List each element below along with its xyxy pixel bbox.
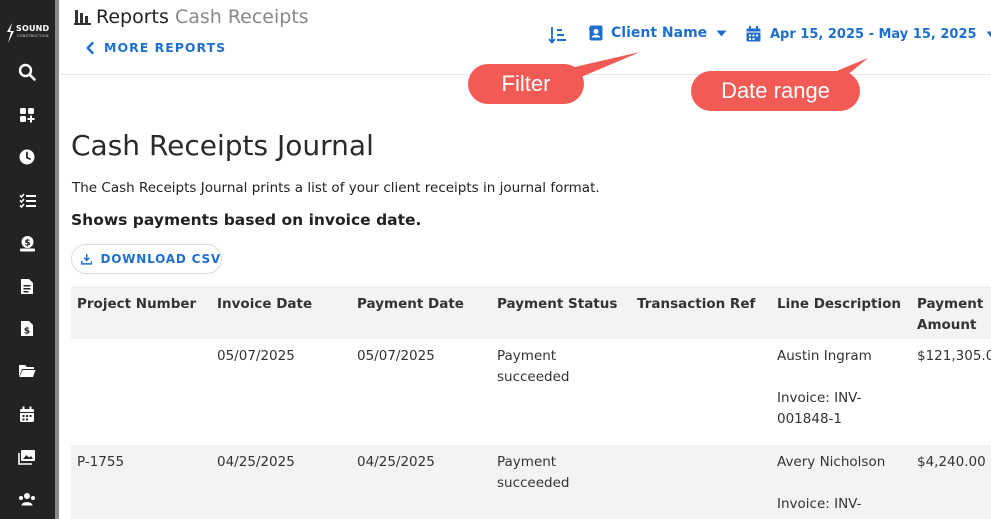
transaction-ref-cell	[631, 445, 771, 519]
filter-annotation: Filter	[468, 64, 584, 104]
table-header-row: Project Number Invoice Date Payment Date…	[71, 286, 991, 339]
invoice-date-cell: 05/07/2025	[211, 339, 351, 445]
invoice-date-cell: 04/25/2025	[211, 445, 351, 519]
payment-amount-cell: $4,240.00	[911, 445, 991, 519]
payment-amount-cell: $121,305.0	[911, 339, 991, 445]
line-client-name: Austin Ingram	[777, 348, 872, 364]
payment-status-cell: Payment succeeded	[491, 339, 631, 445]
date-range-annotation: Date range	[691, 71, 860, 111]
payment-date-cell: 05/07/2025	[351, 339, 491, 445]
project-number-cell	[71, 339, 211, 445]
download-csv-button[interactable]: DOWNLOAD CSV	[71, 244, 222, 274]
line-description-cell: Avery Nicholson Invoice: INV-	[771, 445, 911, 519]
table-row: P-1755 04/25/2025 04/25/2025 Payment suc…	[71, 445, 991, 519]
payment-status-cell: Payment succeeded	[491, 445, 631, 519]
transaction-ref-cell	[631, 339, 771, 445]
column-header[interactable]: Project Number	[71, 286, 211, 339]
line-description-cell: Austin Ingram Invoice: INV-001848-1	[771, 339, 911, 445]
report-heading: Cash Receipts Journal	[71, 129, 374, 162]
report-description: The Cash Receipts Journal prints a list …	[72, 180, 600, 196]
report-subheading: Shows payments based on invoice date.	[71, 211, 422, 229]
download-csv-label: DOWNLOAD CSV	[100, 252, 221, 266]
project-number-cell: P-1755	[71, 445, 211, 519]
column-header[interactable]: Payment Date	[351, 286, 491, 339]
cash-receipts-table: Project Number Invoice Date Payment Date…	[71, 286, 991, 519]
payment-date-cell: 04/25/2025	[351, 445, 491, 519]
table-row: 05/07/2025 05/07/2025 Payment succeeded …	[71, 339, 991, 445]
download-icon	[81, 254, 93, 265]
column-header[interactable]: Payment Status	[491, 286, 631, 339]
column-header[interactable]: Invoice Date	[211, 286, 351, 339]
column-header[interactable]: Line Description	[771, 286, 911, 339]
line-invoice-number: Invoice: INV-001848-1	[777, 390, 862, 427]
column-header[interactable]: Payment Amount	[911, 286, 991, 339]
line-invoice-number: Invoice: INV-	[777, 496, 862, 512]
column-header[interactable]: Transaction Ref	[631, 286, 771, 339]
line-client-name: Avery Nicholson	[777, 454, 886, 470]
